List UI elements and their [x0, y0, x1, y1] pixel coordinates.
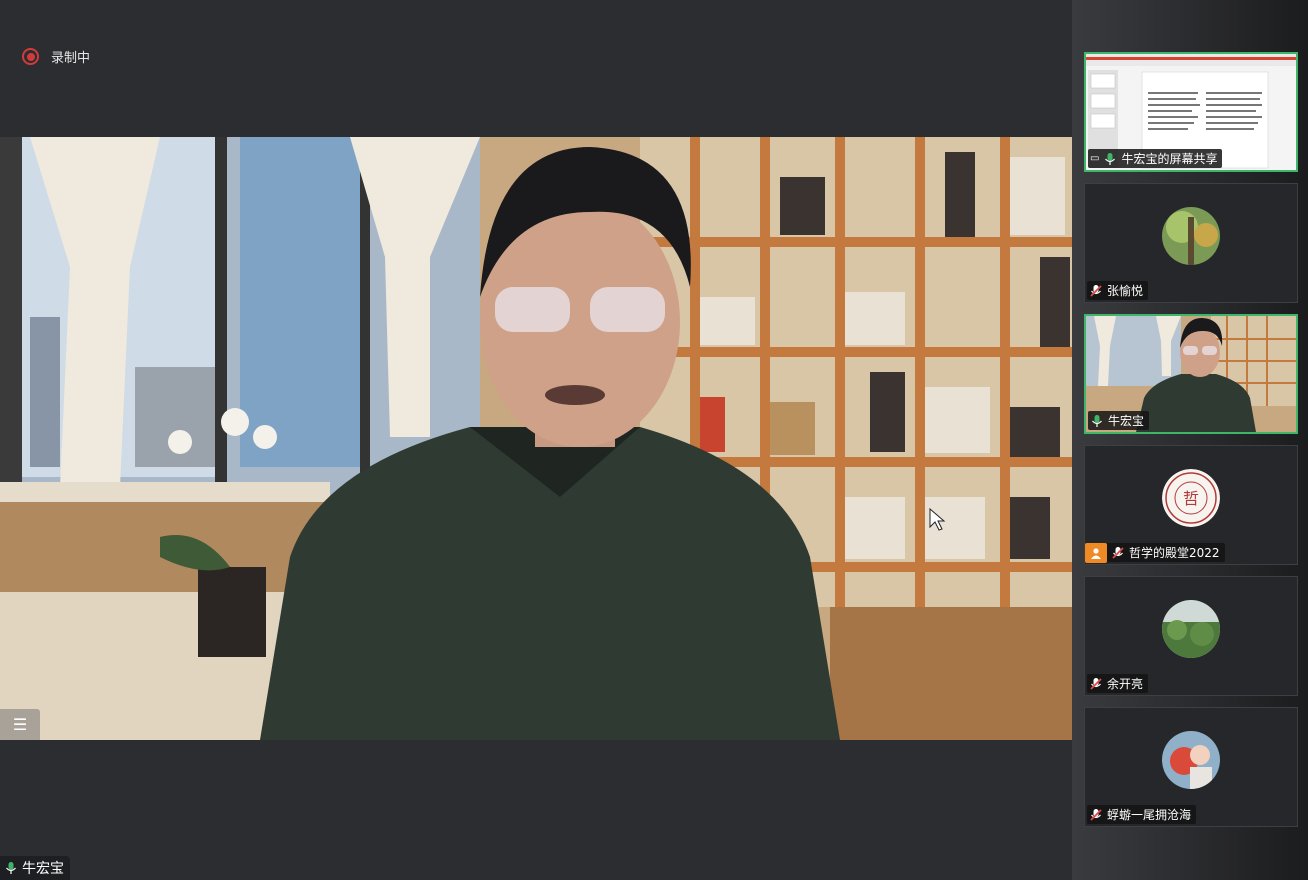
screen-share-icon: ▭: [1090, 153, 1100, 164]
mic-muted-icon: [1112, 546, 1124, 559]
participant-sidebar: ▭ 牛宏宝的屏幕共享 张愉悦 牛宏宝 哲 哲学的殿堂2022 余开亮 蜉蝣一尾拥…: [1072, 0, 1308, 880]
avatar: [1162, 731, 1220, 789]
main-video[interactable]: [0, 137, 1072, 740]
avatar: [1162, 207, 1220, 265]
participant-label: 张愉悦: [1087, 281, 1149, 300]
main-video-feed: [0, 137, 1072, 740]
participant-name: 余开亮: [1107, 677, 1144, 691]
mic-muted-icon: [1090, 808, 1102, 821]
list-icon: ☰: [12, 715, 28, 734]
recording-label: 录制中: [51, 51, 91, 66]
record-icon: [22, 48, 39, 65]
participant-tile-screen-share[interactable]: ▭ 牛宏宝的屏幕共享: [1084, 52, 1298, 172]
participant-tile-active[interactable]: 牛宏宝: [1084, 314, 1298, 434]
participant-tile[interactable]: 哲 哲学的殿堂2022: [1084, 445, 1298, 565]
participant-label: 牛宏宝: [1088, 411, 1150, 430]
participant-label: 哲学的殿堂2022: [1085, 542, 1225, 563]
participant-name: 蜉蝣一尾拥沧海: [1107, 808, 1192, 822]
user-icon: [1085, 542, 1107, 563]
mic-on-icon: [1105, 152, 1116, 165]
participant-label: 蜉蝣一尾拥沧海: [1087, 805, 1197, 824]
participant-name: 哲学的殿堂2022: [1129, 546, 1220, 560]
active-speaker-label: 牛宏宝: [0, 856, 70, 880]
mic-on-icon: [6, 862, 16, 874]
participant-tile[interactable]: 张愉悦: [1084, 183, 1298, 303]
speaker-name: 牛宏宝: [22, 861, 64, 877]
recording-indicator: 录制中: [22, 47, 90, 66]
svg-text:哲: 哲: [1183, 489, 1199, 508]
participant-tile[interactable]: 蜉蝣一尾拥沧海: [1084, 707, 1298, 827]
participant-name: 张愉悦: [1107, 284, 1144, 298]
participant-label: ▭ 牛宏宝的屏幕共享: [1088, 149, 1223, 168]
participant-name: 牛宏宝的屏幕共享: [1121, 152, 1218, 166]
participant-name: 牛宏宝: [1108, 414, 1145, 428]
mic-muted-icon: [1090, 677, 1102, 690]
participant-label: 余开亮: [1087, 674, 1149, 693]
main-stage: 录制中 ☰ 牛宏宝: [0, 0, 1072, 880]
participant-tile[interactable]: 余开亮: [1084, 576, 1298, 696]
mic-muted-icon: [1090, 284, 1102, 297]
participant-list-button[interactable]: ☰: [0, 709, 40, 740]
mic-on-icon: [1092, 414, 1102, 427]
logo-avatar: 哲: [1162, 469, 1220, 527]
avatar: [1162, 600, 1220, 658]
